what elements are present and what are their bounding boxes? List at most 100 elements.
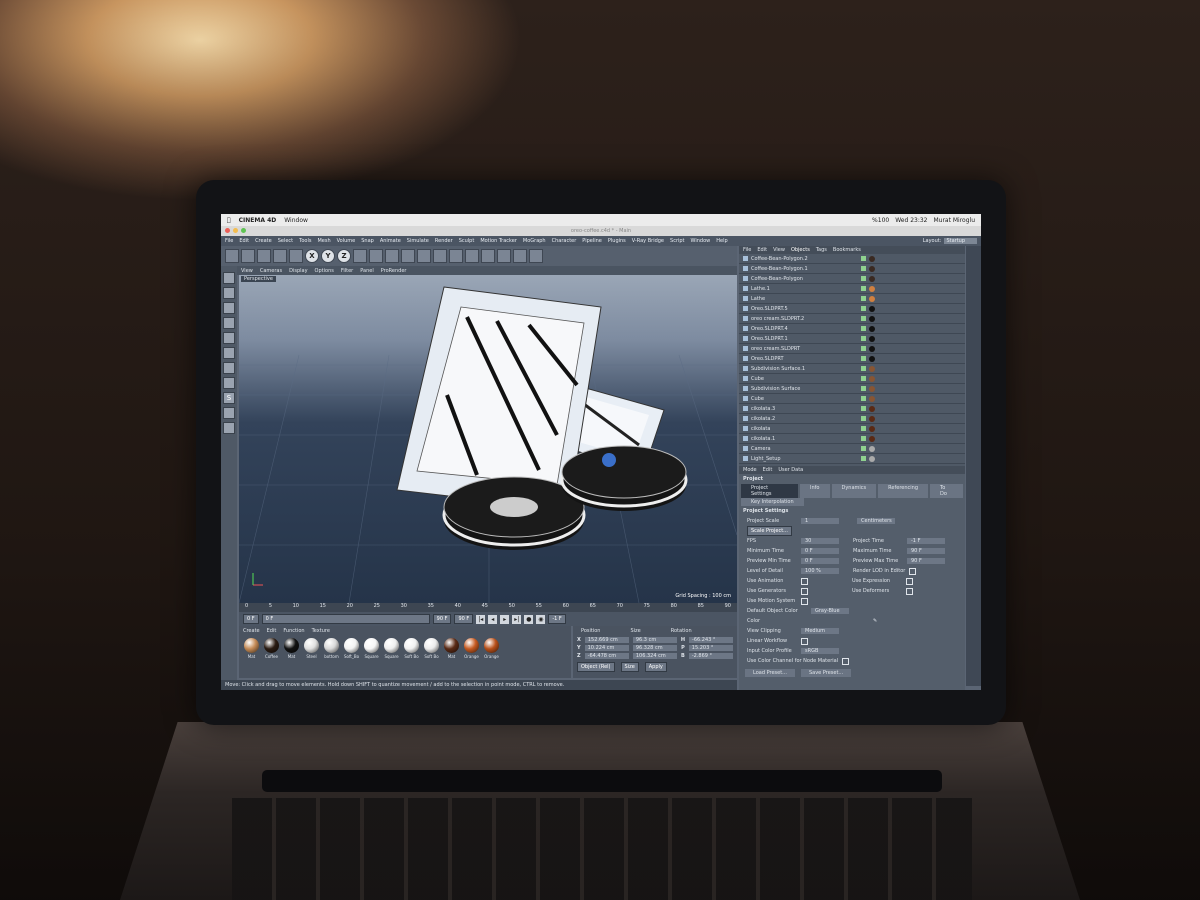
object-row[interactable]: oreo cream.SLDPRT [739, 344, 965, 354]
edges-mode-icon[interactable] [223, 332, 235, 344]
preview-min-value[interactable]: 0 F [801, 558, 839, 564]
viewport-menu-cameras[interactable]: Cameras [260, 268, 282, 274]
object-name[interactable]: Oreo.SLDPRT [751, 356, 784, 362]
object-row[interactable]: Oreo.SLDPRT [739, 354, 965, 364]
menu-mesh[interactable]: Mesh [317, 238, 330, 244]
project-time-value[interactable]: -1 F [907, 538, 945, 544]
material-tag-icon[interactable] [869, 325, 875, 332]
object-name[interactable]: Light_Setup [751, 456, 781, 462]
tab-project-settings[interactable]: Project Settings [741, 484, 799, 498]
viewport-menu-prorender[interactable]: ProRender [381, 268, 407, 274]
polygons-mode-icon[interactable] [223, 347, 235, 359]
object-row[interactable]: Coffee-Bean-Polygon [739, 274, 965, 284]
object-name[interactable]: Oreo.SLDPRT.4 [751, 326, 788, 332]
object-name[interactable]: Coffee-Bean-Polygon.2 [751, 256, 808, 262]
object-name[interactable]: oreo cream.SLDPRT [751, 346, 800, 352]
tweak-mode-icon[interactable] [223, 377, 235, 389]
visibility-check-icon[interactable] [861, 316, 866, 321]
object-row[interactable]: cikolata [739, 424, 965, 434]
object-row[interactable]: Cube [739, 394, 965, 404]
size-mode-select[interactable]: Size [620, 662, 639, 672]
visibility-check-icon[interactable] [861, 326, 866, 331]
use-motion-checkbox[interactable] [801, 597, 808, 605]
material-tag-icon[interactable] [869, 355, 875, 362]
camera-icon[interactable] [513, 249, 527, 263]
axis-z-lock-icon[interactable]: Z [337, 249, 351, 263]
menu-help[interactable]: Help [716, 238, 727, 244]
menu-v-ray-bridge[interactable]: V-Ray Bridge [632, 238, 664, 244]
coord-rot-field[interactable]: -66.243 ° [689, 637, 733, 643]
object-row[interactable]: Subdivision Surface.1 [739, 364, 965, 374]
preview-max-value[interactable]: 90 F [907, 558, 945, 564]
object-name[interactable]: cikolata.1 [751, 436, 775, 442]
object-tab-bookmarks[interactable]: Bookmarks [833, 247, 861, 253]
material-tag-icon[interactable] [869, 425, 875, 432]
render-lod-checkbox[interactable] [909, 567, 917, 575]
battery-label[interactable]: %100 [872, 217, 889, 224]
menu-file[interactable]: File [225, 238, 233, 244]
viewport-menu-display[interactable]: Display [289, 268, 307, 274]
visibility-check-icon[interactable] [861, 446, 866, 451]
material-tag-icon[interactable] [869, 265, 875, 272]
material-tag-icon[interactable] [869, 305, 875, 312]
use-generators-checkbox[interactable] [801, 587, 808, 595]
object-name[interactable]: Cube [751, 396, 764, 402]
make-editable-icon[interactable] [223, 272, 235, 284]
select-icon[interactable] [241, 249, 255, 263]
object-name[interactable]: Oreo.SLDPRT.1 [751, 336, 788, 342]
minimize-icon[interactable] [233, 228, 238, 233]
use-deformers-checkbox[interactable] [906, 587, 913, 595]
object-name[interactable]: cikolata.2 [751, 416, 775, 422]
apply-button[interactable]: Apply [644, 662, 667, 672]
object-tab-edit[interactable]: Edit [757, 247, 767, 253]
material-tag-icon[interactable] [869, 375, 875, 382]
lod-value[interactable]: 100 % [801, 568, 839, 574]
coord-size-field[interactable]: 96.328 cm [632, 645, 678, 651]
visibility-check-icon[interactable] [861, 336, 866, 341]
coord-pos-field[interactable]: 152.669 cm [584, 637, 629, 643]
linear-workflow-checkbox[interactable] [801, 637, 808, 645]
apple-icon[interactable]:  [227, 217, 231, 224]
scene-icon[interactable] [497, 249, 511, 263]
input-profile-select[interactable]: sRGB [801, 648, 839, 654]
object-tab-objects[interactable]: Objects [791, 247, 810, 253]
prev-key-icon[interactable]: ◂ [488, 614, 498, 624]
object-row[interactable]: cikolata.1 [739, 434, 965, 444]
material-swatch[interactable]: bottom [323, 638, 340, 659]
coord-pos-field[interactable]: 10.224 cm [584, 645, 629, 651]
object-name[interactable]: Subdivision Surface [751, 386, 800, 392]
material-tab-create[interactable]: Create [243, 628, 260, 634]
current-frame-field[interactable]: 0 F [261, 614, 430, 624]
object-name[interactable]: oreo cream.SLDPRT.2 [751, 316, 804, 322]
attr-menu-user-data[interactable]: User Data [778, 467, 803, 473]
menu-animate[interactable]: Animate [380, 238, 401, 244]
model-mode-icon[interactable] [223, 287, 235, 299]
visibility-check-icon[interactable] [861, 306, 866, 311]
object-name[interactable]: Coffee-Bean-Polygon [751, 276, 803, 282]
visibility-check-icon[interactable] [861, 366, 866, 371]
material-tag-icon[interactable] [869, 315, 875, 322]
load-preset-button[interactable]: Load Preset... [745, 669, 795, 677]
autokey-icon[interactable]: ◉ [536, 614, 546, 624]
object-row[interactable]: Camera [739, 444, 965, 454]
visibility-check-icon[interactable] [861, 256, 866, 261]
tab-dynamics[interactable]: Dynamics [831, 484, 877, 498]
visibility-check-icon[interactable] [861, 456, 866, 461]
material-tag-icon[interactable] [869, 365, 875, 372]
object-row[interactable]: Light_Setup [739, 454, 965, 464]
material-swatch[interactable]: Mat [283, 638, 300, 659]
menu-tools[interactable]: Tools [299, 238, 311, 244]
frame-field[interactable]: -1 F [548, 614, 566, 624]
default-color-select[interactable]: Gray-Blue [811, 608, 849, 614]
material-tab-function[interactable]: Function [283, 628, 304, 634]
viewport-menu-options[interactable]: Options [315, 268, 334, 274]
visibility-check-icon[interactable] [861, 286, 866, 291]
deformer-icon[interactable] [481, 249, 495, 263]
user-name[interactable]: Murat Miroglu [933, 217, 975, 224]
eyedropper-icon[interactable]: ✎ [873, 618, 877, 624]
clock[interactable]: Wed 23:32 [895, 217, 927, 224]
material-tag-icon[interactable] [869, 445, 875, 452]
tab-referencing[interactable]: Referencing [878, 484, 928, 498]
material-tag-icon[interactable] [869, 285, 875, 292]
coord-rot-field[interactable]: 15.203 ° [688, 645, 733, 651]
